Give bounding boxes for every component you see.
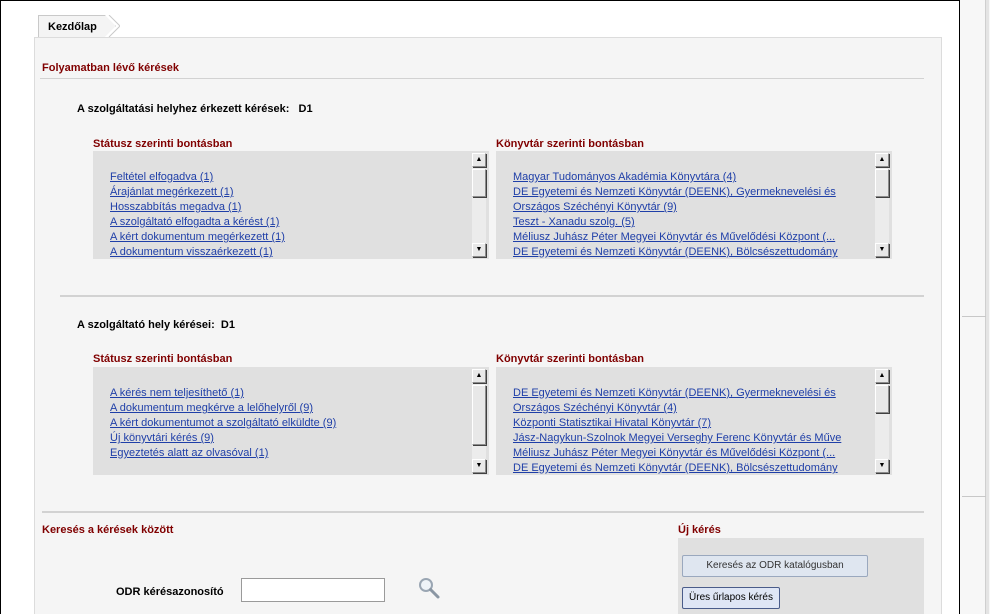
divider [40, 78, 924, 79]
list-item: Teszt - Xanadu szolg. (5) [513, 215, 870, 230]
arrow-down-icon[interactable]: ▼ [875, 459, 889, 473]
library-link[interactable]: DE Egyetemi és Nemzeti Könyvtár (DEENK),… [513, 462, 838, 474]
list-item: A kért dokumentum megérkezett (1) [110, 230, 467, 245]
breadcrumb-arrow [108, 15, 120, 37]
search-section-title: Keresés a kérések között [42, 524, 174, 536]
search-odr-catalog-button[interactable]: Keresés az ODR katalógusban [682, 555, 868, 577]
own-status-listbox[interactable]: A kérés nem teljesíthető (1) A dokumentu… [93, 367, 489, 475]
odr-id-label: ODR kérésazonosító [116, 586, 224, 598]
list-item: Feltétel elfogadva (1) [110, 170, 467, 185]
new-request-title: Új kérés [678, 524, 721, 536]
list-item: A kért dokumentumot a szolgáltató elküld… [110, 416, 467, 431]
library-link[interactable]: Teszt - Xanadu szolg. (5) [513, 216, 635, 228]
arrow-down-icon[interactable]: ▼ [472, 459, 486, 473]
scroll-thumb[interactable] [875, 169, 889, 197]
divider [60, 295, 924, 297]
status-link[interactable]: Feltétel elfogadva (1) [110, 171, 213, 183]
list-item: Magyar Tudományos Akadémia Könyvtára (4) [513, 170, 870, 185]
received-status-listbox[interactable]: Feltétel elfogadva (1) Árajánlat megérke… [93, 151, 489, 259]
list-item: A szolgáltató elfogadta a kérést (1) [110, 215, 467, 230]
list-item: A dokumentum visszaérkezett (1) [110, 245, 467, 259]
odr-id-input[interactable] [241, 578, 385, 602]
list-item: Központi Statisztikai Hivatal Könyvtár (… [513, 416, 870, 431]
received-location: D1 [298, 103, 313, 115]
received-library-title: Könyvtár szerinti bontásban [496, 138, 644, 150]
list-item: Új könyvtári kérés (9) [110, 431, 467, 446]
list-item: DE Egyetemi és Nemzeti Könyvtár (DEENK),… [513, 245, 870, 259]
own-library-listbox[interactable]: DE Egyetemi és Nemzeti Könyvtár (DEENK),… [496, 367, 892, 475]
status-link[interactable]: Hosszabbítás megadva (1) [110, 201, 241, 213]
library-link[interactable]: Magyar Tudományos Akadémia Könyvtára (4) [513, 171, 736, 183]
status-link[interactable]: Egyeztetés alatt az olvasóval (1) [110, 447, 268, 459]
list-item: DE Egyetemi és Nemzeti Könyvtár (DEENK),… [513, 461, 870, 475]
received-library-listbox[interactable]: Magyar Tudományos Akadémia Könyvtára (4)… [496, 151, 892, 259]
arrow-up-icon[interactable]: ▲ [472, 153, 486, 167]
list-item: DE Egyetemi és Nemzeti Könyvtár (DEENK),… [513, 185, 870, 200]
in-progress-title: Folyamatban lévő kérések [42, 62, 179, 74]
library-link[interactable]: DE Egyetemi és Nemzeti Könyvtár (DEENK),… [513, 186, 836, 198]
status-link[interactable]: A dokumentum visszaérkezett (1) [110, 246, 273, 258]
own-status-title: Státusz szerinti bontásban [93, 353, 233, 365]
scrollbar[interactable]: ▲ ▼ [875, 369, 889, 473]
scroll-thumb[interactable] [472, 385, 486, 445]
status-link[interactable]: A dokumentum megkérve a lelőhelyről (9) [110, 402, 313, 414]
window-edge [960, 0, 990, 614]
own-location: D1 [220, 319, 235, 331]
divider [42, 511, 924, 513]
arrow-up-icon[interactable]: ▲ [875, 153, 889, 167]
status-link[interactable]: A kérés nem teljesíthető (1) [110, 387, 244, 399]
list-item: Országos Széchényi Könyvtár (4) [513, 401, 870, 416]
scrollbar[interactable]: ▲ ▼ [472, 369, 486, 473]
scroll-thumb[interactable] [472, 169, 486, 197]
own-requests-label: A szolgáltató hely kérései: D1 [77, 319, 235, 331]
library-link[interactable]: Méliusz Juhász Péter Megyei Könyvtár és … [513, 447, 835, 459]
arrow-up-icon[interactable]: ▲ [472, 369, 486, 383]
status-link[interactable]: Új könyvtári kérés (9) [110, 432, 214, 444]
own-library-title: Könyvtár szerinti bontásban [496, 353, 644, 365]
library-link[interactable]: DE Egyetemi és Nemzeti Könyvtár (DEENK),… [513, 387, 836, 399]
library-link[interactable]: Országos Széchényi Könyvtár (4) [513, 402, 677, 414]
scrollbar[interactable]: ▲ ▼ [875, 153, 889, 257]
list-item: Árajánlat megérkezett (1) [110, 185, 467, 200]
blank-form-request-button[interactable]: Üres űrlapos kérés [682, 587, 780, 609]
list-item: Országos Széchényi Könyvtár (9) [513, 200, 870, 215]
breadcrumb-home-label: Kezdőlap [48, 21, 97, 33]
received-status-title: Státusz szerinti bontásban [93, 138, 233, 150]
status-link[interactable]: A kért dokumentumot a szolgáltató elküld… [110, 417, 336, 429]
arrow-down-icon[interactable]: ▼ [472, 243, 486, 257]
arrow-down-icon[interactable]: ▼ [875, 243, 889, 257]
status-link[interactable]: Árajánlat megérkezett (1) [110, 186, 234, 198]
scroll-thumb[interactable] [875, 385, 889, 413]
status-link[interactable]: A kért dokumentum megérkezett (1) [110, 231, 285, 243]
breadcrumb-home-tab[interactable]: Kezdőlap [38, 15, 116, 37]
list-item: Jász-Nagykun-Szolnok Megyei Verseghy Fer… [513, 431, 870, 446]
list-item: A dokumentum megkérve a lelőhelyről (9) [110, 401, 467, 416]
list-item: Hosszabbítás megadva (1) [110, 200, 467, 215]
library-link[interactable]: Méliusz Juhász Péter Megyei Könyvtár és … [513, 231, 835, 243]
status-link[interactable]: A szolgáltató elfogadta a kérést (1) [110, 216, 279, 228]
library-link[interactable]: Központi Statisztikai Hivatal Könyvtár (… [513, 417, 711, 429]
list-item: A kérés nem teljesíthető (1) [110, 386, 467, 401]
library-link[interactable]: DE Egyetemi és Nemzeti Könyvtár (DEENK),… [513, 246, 838, 258]
list-item: DE Egyetemi és Nemzeti Könyvtár (DEENK),… [513, 386, 870, 401]
received-requests-label: A szolgáltatási helyhez érkezett kérések… [77, 103, 313, 115]
library-link[interactable]: Országos Széchényi Könyvtár (9) [513, 201, 677, 213]
list-item: Egyeztetés alatt az olvasóval (1) [110, 446, 467, 461]
list-item: Méliusz Juhász Péter Megyei Könyvtár és … [513, 446, 870, 461]
arrow-up-icon[interactable]: ▲ [875, 369, 889, 383]
scrollbar[interactable]: ▲ ▼ [472, 153, 486, 257]
magnifier-icon[interactable] [417, 576, 441, 600]
list-item: Méliusz Juhász Péter Megyei Könyvtár és … [513, 230, 870, 245]
library-link[interactable]: Jász-Nagykun-Szolnok Megyei Verseghy Fer… [513, 432, 841, 444]
